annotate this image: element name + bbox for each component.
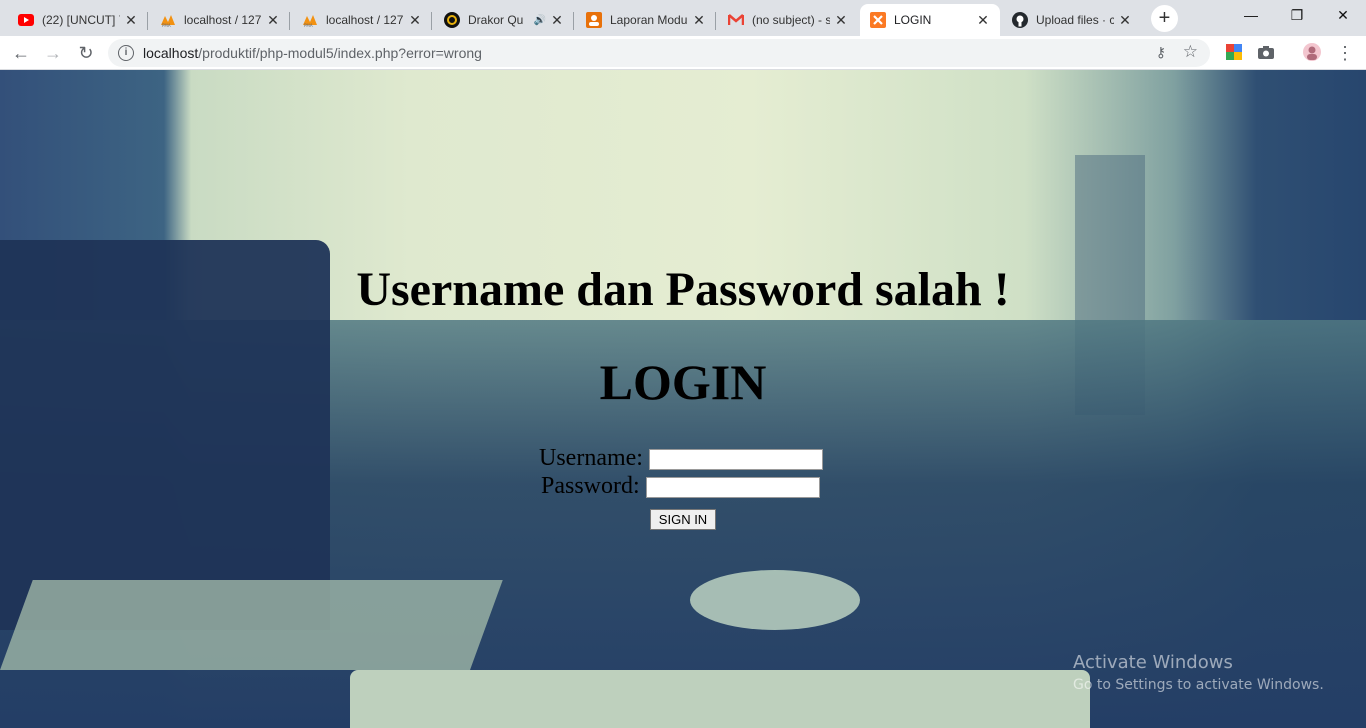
browser-toolbar: ← → ↻ i localhost/produktif/php-modul5/i… <box>0 36 1366 70</box>
tab-title: localhost / 127 <box>184 13 262 27</box>
svg-text:PMA: PMA <box>162 23 171 27</box>
background-image <box>690 570 860 630</box>
github-icon <box>1012 12 1028 28</box>
tab-github[interactable]: Upload files · c ✕ <box>1002 4 1142 36</box>
tab-title: Laporan Modu <box>610 13 688 27</box>
watermark-subtitle: Go to Settings to activate Windows. <box>1073 677 1324 693</box>
camera-icon[interactable] <box>1257 43 1275 61</box>
close-window-button[interactable]: ✕ <box>1320 0 1366 30</box>
close-tab-icon[interactable]: ✕ <box>550 12 564 29</box>
gmail-icon <box>728 12 744 28</box>
url-text[interactable]: localhost/produktif/php-modul5/index.php… <box>143 45 482 61</box>
tab-title: (22) [UNCUT] 7 <box>42 13 120 27</box>
xampp-icon <box>870 12 886 28</box>
page-viewport: Username dan Password salah ! LOGIN User… <box>0 70 1366 728</box>
password-field[interactable] <box>645 476 820 498</box>
watermark-title: Activate Windows <box>1073 652 1233 673</box>
restore-button[interactable]: ❐ <box>1274 0 1320 30</box>
error-message: Username dan Password salah ! <box>356 263 1010 316</box>
username-label: Username: <box>539 445 643 471</box>
svg-text:PMA: PMA <box>304 23 313 27</box>
tab-phpmyadmin-2[interactable]: PMA localhost / 127 ✕ <box>292 4 432 36</box>
background-image <box>0 580 503 670</box>
drakor-icon <box>444 12 460 28</box>
phpmyadmin-icon: PMA <box>302 12 318 28</box>
username-field[interactable] <box>648 448 823 470</box>
forward-icon[interactable]: → <box>40 40 66 66</box>
menu-icon[interactable]: ⋮ <box>1332 40 1358 66</box>
tab-laporan[interactable]: Laporan Modu ✕ <box>576 4 716 36</box>
new-tab-button[interactable]: + <box>1151 5 1178 32</box>
close-tab-icon[interactable]: ✕ <box>408 12 422 29</box>
tab-login[interactable]: LOGIN ✕ <box>860 4 1000 36</box>
tab-title: (no subject) - s <box>752 13 830 27</box>
key-icon[interactable]: ⚷ <box>1156 44 1166 61</box>
url-host: localhost <box>143 45 199 61</box>
profile-avatar[interactable] <box>1303 43 1321 61</box>
url-path: /produktif/php-modul5/index.php?error=wr… <box>198 45 482 61</box>
tab-title: LOGIN <box>894 13 932 27</box>
close-tab-icon[interactable]: ✕ <box>692 12 706 29</box>
tab-strip: (22) [UNCUT] 7 ✕ PMA localhost / 127 ✕ P… <box>0 0 1366 36</box>
close-tab-icon[interactable]: ✕ <box>1118 12 1132 29</box>
close-tab-icon[interactable]: ✕ <box>124 12 138 29</box>
speaker-icon[interactable]: 🔊 <box>534 15 546 26</box>
close-tab-icon[interactable]: ✕ <box>266 12 280 29</box>
extension-icon[interactable] <box>1225 43 1243 61</box>
close-tab-icon[interactable]: ✕ <box>834 12 848 29</box>
password-row: Password: <box>541 473 820 500</box>
address-bar[interactable]: i localhost/produktif/php-modul5/index.p… <box>108 39 1210 67</box>
reload-icon[interactable]: ↻ <box>73 40 99 66</box>
bookmark-star-icon[interactable]: ☆ <box>1183 42 1198 62</box>
tab-youtube[interactable]: (22) [UNCUT] 7 ✕ <box>8 4 148 36</box>
phpmyadmin-icon: PMA <box>160 12 176 28</box>
close-tab-icon[interactable]: ✕ <box>976 12 990 29</box>
background-image <box>350 670 1090 728</box>
username-row: Username: <box>539 445 823 472</box>
tab-title: Drakor Qu <box>468 13 524 27</box>
page-title: LOGIN <box>599 354 767 410</box>
password-label: Password: <box>541 473 640 499</box>
person-icon <box>586 12 602 28</box>
windows-activation-watermark: Activate Windows Go to Settings to activ… <box>1073 652 1324 693</box>
back-icon[interactable]: ← <box>8 40 34 66</box>
sign-in-button[interactable]: SIGN IN <box>650 509 716 530</box>
tab-title: localhost / 127 <box>326 13 404 27</box>
youtube-icon <box>18 12 34 28</box>
tab-phpmyadmin-1[interactable]: PMA localhost / 127 ✕ <box>150 4 290 36</box>
info-icon[interactable]: i <box>118 45 134 61</box>
tab-title: Upload files · c <box>1036 13 1114 27</box>
tab-drakor[interactable]: Drakor Qu 🔊 ✕ <box>434 4 574 36</box>
minimize-button[interactable]: — <box>1228 0 1274 30</box>
tab-gmail[interactable]: (no subject) - s ✕ <box>718 4 858 36</box>
